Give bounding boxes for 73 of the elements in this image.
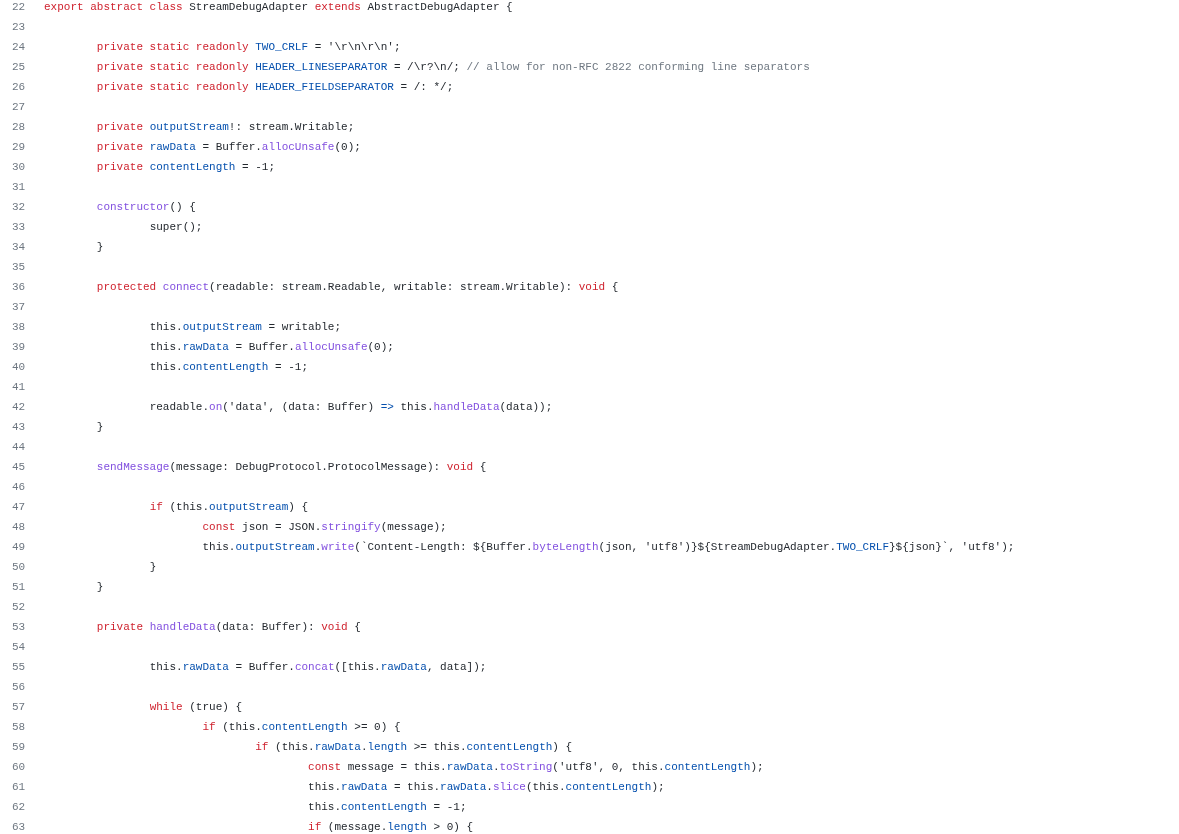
code-line: super();	[148, 220, 203, 235]
code-line: }	[95, 580, 104, 595]
line-number: 30	[11, 160, 26, 175]
code-line: }	[95, 240, 104, 255]
line-number: 62	[11, 800, 26, 815]
code-line: private contentLength = -1;	[95, 160, 276, 175]
code-line: constructor() {	[95, 200, 196, 215]
code-line: private static readonly TWO_CRLF = '\r\n\r\n';	[95, 40, 401, 55]
code-line: private outputStream!: stream.Writable;	[95, 120, 355, 135]
line-number: 55	[11, 660, 26, 675]
code-line: this.rawData = Buffer.allocUnsafe(0);	[148, 340, 394, 355]
code-line: if (message.length > 0) {	[307, 820, 474, 834]
line-number: 26	[11, 80, 26, 95]
line-number: 51	[11, 580, 26, 595]
code-line: private handleData(data: Buffer): void {	[95, 620, 361, 635]
code-line: if (this.contentLength >= 0) {	[201, 720, 401, 735]
line-number: 37	[11, 300, 26, 315]
line-number: 56	[11, 680, 26, 695]
line-number: 47	[11, 500, 26, 515]
line-number: 63	[11, 820, 26, 834]
line-number: 58	[11, 720, 26, 735]
line-number: 32	[11, 200, 26, 215]
line-number: 41	[11, 380, 26, 395]
line-number: 61	[11, 780, 26, 795]
line-number: 53	[11, 620, 26, 635]
code-line: private static readonly HEADER_LINESEPARATOR = /\r?\n/; // allow for non-RFC 2822 conforming line separators	[95, 60, 810, 75]
code-line: private rawData = Buffer.allocUnsafe(0);	[95, 140, 361, 155]
line-number: 27	[11, 100, 26, 115]
line-number: 42	[11, 400, 26, 415]
line-number: 43	[11, 420, 26, 435]
line-number: 60	[11, 760, 26, 775]
line-number: 36	[11, 280, 26, 295]
code-line: }	[95, 420, 104, 435]
line-number: 54	[11, 640, 26, 655]
line-number: 34	[11, 240, 26, 255]
code-line: const json = JSON.stringify(message);	[201, 520, 447, 535]
code-line: this.rawData = Buffer.concat([this.rawData, data]);	[148, 660, 487, 675]
code-line: this.contentLength = -1;	[307, 800, 467, 815]
line-number: 31	[11, 180, 26, 195]
line-number: 49	[11, 540, 26, 555]
line-number: 50	[11, 560, 26, 575]
code-line: if (this.rawData.length >= this.contentLength) {	[254, 740, 573, 755]
line-number: 59	[11, 740, 26, 755]
line-number: 28	[11, 120, 26, 135]
code-line: this.rawData = this.rawData.slice(this.contentLength);	[307, 780, 665, 795]
line-number: 25	[11, 60, 26, 75]
line-number: 35	[11, 260, 26, 275]
line-number: 22	[11, 0, 26, 15]
line-number: 57	[11, 700, 26, 715]
code-line: private static readonly HEADER_FIELDSEPARATOR = /: */;	[95, 80, 454, 95]
line-number: 23	[11, 20, 26, 35]
line-number: 46	[11, 480, 26, 495]
line-number: 38	[11, 320, 26, 335]
code-line: }	[148, 560, 157, 575]
code-line: this.outputStream = writable;	[148, 320, 342, 335]
line-number: 24	[11, 40, 26, 55]
line-number: 40	[11, 360, 26, 375]
code-line: this.outputStream.write(`Content-Length: ${Buffer.byteLength(json, 'utf8')}${StreamDebugAdapter.TWO_CRLF}${json}`, 'utf8');	[201, 540, 1015, 555]
code-line: export abstract class StreamDebugAdapter extends AbstractDebugAdapter {	[44, 0, 513, 15]
line-number: 29	[11, 140, 26, 155]
code-line: while (true) {	[148, 700, 243, 715]
line-number: 39	[11, 340, 26, 355]
line-number: 33	[11, 220, 26, 235]
line-number: 44	[11, 440, 26, 455]
code-line: protected connect(readable: stream.Readable, writable: stream.Writable): void {	[95, 280, 619, 295]
code-line: if (this.outputStream) {	[148, 500, 309, 515]
code-line: sendMessage(message: DebugProtocol.ProtocolMessage): void {	[95, 460, 487, 475]
line-number: 48	[11, 520, 26, 535]
code-line: readable.on('data', (data: Buffer) => this.handleData(data));	[148, 400, 553, 415]
code-line: const message = this.rawData.toString('utf8', 0, this.contentLength);	[307, 760, 764, 775]
code-line: this.contentLength = -1;	[148, 360, 309, 375]
line-number: 52	[11, 600, 26, 615]
line-number: 45	[11, 460, 26, 475]
